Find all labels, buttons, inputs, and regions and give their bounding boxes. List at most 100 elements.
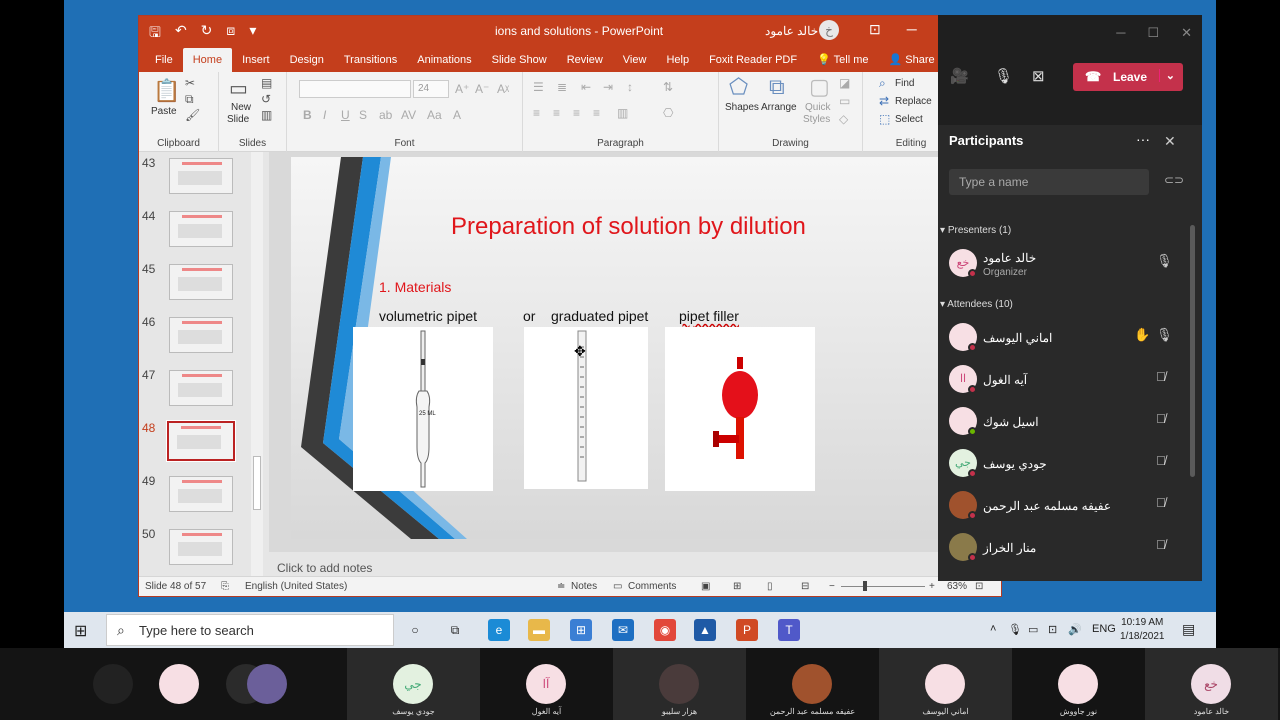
spacing-icon[interactable]: AV (401, 108, 416, 122)
user-avatar[interactable]: خ (819, 20, 839, 40)
file-explorer-icon[interactable]: ▬ (528, 619, 550, 641)
muted-microphone-icon[interactable]: 🎙̸ (1156, 369, 1166, 384)
shrink-font-icon[interactable]: A⁻ (475, 82, 489, 96)
tray-chevron-icon[interactable]: ˄ (990, 623, 996, 635)
reading-view-icon[interactable]: ▯ (767, 581, 773, 592)
store-icon[interactable]: ⊞ (570, 619, 592, 641)
thumbnail-item[interactable]: 45 (139, 260, 267, 310)
font-size-box[interactable]: 24 (413, 80, 449, 98)
stop-sharing-icon[interactable]: ⊠ (1032, 67, 1045, 85)
select-icon[interactable]: ⬚ (879, 112, 890, 126)
participant-row[interactable]: خع خالد عامود Organizer 🎙 (938, 245, 1190, 285)
replace-icon[interactable]: ⇄ (879, 94, 889, 108)
tab-review[interactable]: Review (557, 48, 613, 72)
edge-icon[interactable]: e (488, 619, 510, 641)
underline-icon[interactable]: U (341, 108, 350, 122)
paste-icon[interactable]: 📋 (153, 78, 180, 104)
slide-thumbnail[interactable] (169, 317, 233, 353)
tab-home[interactable]: Home (182, 48, 233, 72)
tab-design[interactable]: Design (280, 48, 334, 72)
tab-insert[interactable]: Insert (232, 48, 280, 72)
shapes-icon[interactable]: ⬠ (729, 74, 748, 100)
thumbnail-item-selected[interactable]: 48 (139, 419, 267, 469)
quick-styles-icon[interactable]: ▢ (809, 74, 830, 100)
participants-scrollbar[interactable] (1190, 225, 1195, 477)
new-slide-icon[interactable]: ▭ (229, 76, 248, 101)
tab-file[interactable]: File (145, 48, 183, 72)
bullets-icon[interactable]: ☰ (533, 80, 544, 94)
label-graduated-pipet[interactable]: graduated pipet (551, 308, 648, 324)
cut-icon[interactable]: ✂ (185, 76, 195, 90)
normal-view-icon[interactable]: ▣ (701, 581, 710, 592)
line-spacing-icon[interactable]: ↕ (627, 80, 633, 94)
cortana-icon[interactable]: ○ (404, 619, 426, 641)
more-options-icon[interactable]: ··· (1136, 131, 1150, 147)
italic-icon[interactable]: I (323, 108, 326, 122)
video-tile[interactable]: نور جاووش (1012, 648, 1145, 720)
grow-font-icon[interactable]: A⁺ (455, 82, 469, 96)
presenters-header[interactable]: ▾ Presenters (1) (940, 225, 1011, 236)
increase-indent-icon[interactable]: ⇥ (603, 80, 613, 94)
select-label[interactable]: Select (895, 114, 923, 125)
teams-taskbar-icon[interactable]: T (778, 619, 800, 641)
video-tile[interactable]: اماني اليوسف (879, 648, 1012, 720)
comments-toggle[interactable]: Comments (628, 581, 676, 592)
strikethrough-icon[interactable]: ab (379, 108, 392, 122)
fit-slide-icon[interactable]: ⊡ (975, 581, 983, 592)
graduated-pipet-image[interactable]: ✥ (524, 327, 648, 489)
find-label[interactable]: Find (895, 78, 914, 89)
taskbar-search-input[interactable]: ⌕ Type here to search (106, 614, 394, 646)
zoom-slider[interactable] (841, 586, 925, 587)
tab-animations[interactable]: Animations (407, 48, 481, 72)
video-tile[interactable]: خع خالد عامود (1145, 648, 1278, 720)
comments-icon[interactable]: ▭ (613, 581, 622, 592)
shadow-icon[interactable]: S (359, 108, 367, 122)
numbering-icon[interactable]: ≣ (557, 80, 567, 94)
teams-minimize-icon[interactable]: ─ (1116, 25, 1125, 41)
microphone-icon[interactable]: 🎙 (1156, 327, 1173, 343)
leave-options-chevron-icon[interactable]: ⌄ (1158, 69, 1175, 82)
tab-view[interactable]: View (613, 48, 657, 72)
video-tile[interactable]: هزار سليبو (613, 648, 746, 720)
label-or[interactable]: or (523, 308, 535, 324)
volume-icon[interactable]: 🔊 (1068, 623, 1082, 636)
tell-me-search[interactable]: 💡 Tell me (807, 48, 878, 72)
slide-thumbnail[interactable] (169, 476, 233, 512)
slide-thumbnail[interactable] (169, 529, 233, 565)
taskbar-clock[interactable]: 10:19 AM 1/18/2021 (1120, 616, 1165, 644)
slideshow-view-icon[interactable]: ⊟ (801, 581, 809, 592)
arrange-icon[interactable]: ⧉ (769, 74, 785, 100)
copy-icon[interactable]: ⧉ (185, 92, 194, 107)
thumbnail-item[interactable]: 50 (139, 525, 267, 575)
shape-effects-icon[interactable]: ◇ (839, 112, 848, 126)
share-invite-icon[interactable]: ⊂⊃ (1164, 173, 1184, 187)
thumbnail-item[interactable]: 44 (139, 207, 267, 257)
notes-toggle[interactable]: Notes (571, 581, 597, 592)
ribbon-display-icon[interactable]: ⊡ (869, 21, 881, 38)
video-tile[interactable]: جي جودي يوسف (347, 648, 480, 720)
volumetric-pipet-image[interactable]: 25 ML (353, 327, 493, 491)
zoom-slider-thumb[interactable] (863, 581, 867, 591)
muted-microphone-icon[interactable]: 🎙̸ (1156, 495, 1166, 510)
shape-outline-icon[interactable]: ▭ (839, 94, 850, 108)
reset-icon[interactable]: ↺ (261, 92, 271, 106)
thumbnail-item[interactable]: 49 (139, 472, 267, 522)
video-tile[interactable]: آا آيه الغول (480, 648, 613, 720)
task-view-icon[interactable]: ⧉ (444, 619, 466, 641)
slide-sorter-icon[interactable]: ⊞ (733, 581, 741, 592)
tab-help[interactable]: Help (656, 48, 699, 72)
current-slide[interactable]: Preparation of solution by dilution 1. M… (291, 157, 967, 539)
slide-thumbnail[interactable] (169, 370, 233, 406)
thumbnail-scroll-thumb[interactable] (253, 456, 261, 510)
video-tile[interactable] (247, 648, 347, 720)
tab-foxit[interactable]: Foxit Reader PDF (699, 48, 807, 72)
participant-row[interactable]: اماني اليوسف ✋ 🎙 (938, 319, 1190, 359)
slide-thumbnail[interactable] (169, 158, 233, 194)
participant-row[interactable]: اا آيه الغول 🎙̸ (938, 361, 1190, 401)
section-icon[interactable]: ▥ (261, 108, 272, 122)
mail-icon[interactable]: ✉ (612, 619, 634, 641)
decrease-indent-icon[interactable]: ⇤ (581, 80, 591, 94)
replace-label[interactable]: Replace (895, 96, 932, 107)
close-panel-icon[interactable]: ✕ (1164, 133, 1176, 150)
chrome-icon[interactable]: ◉ (654, 619, 676, 641)
